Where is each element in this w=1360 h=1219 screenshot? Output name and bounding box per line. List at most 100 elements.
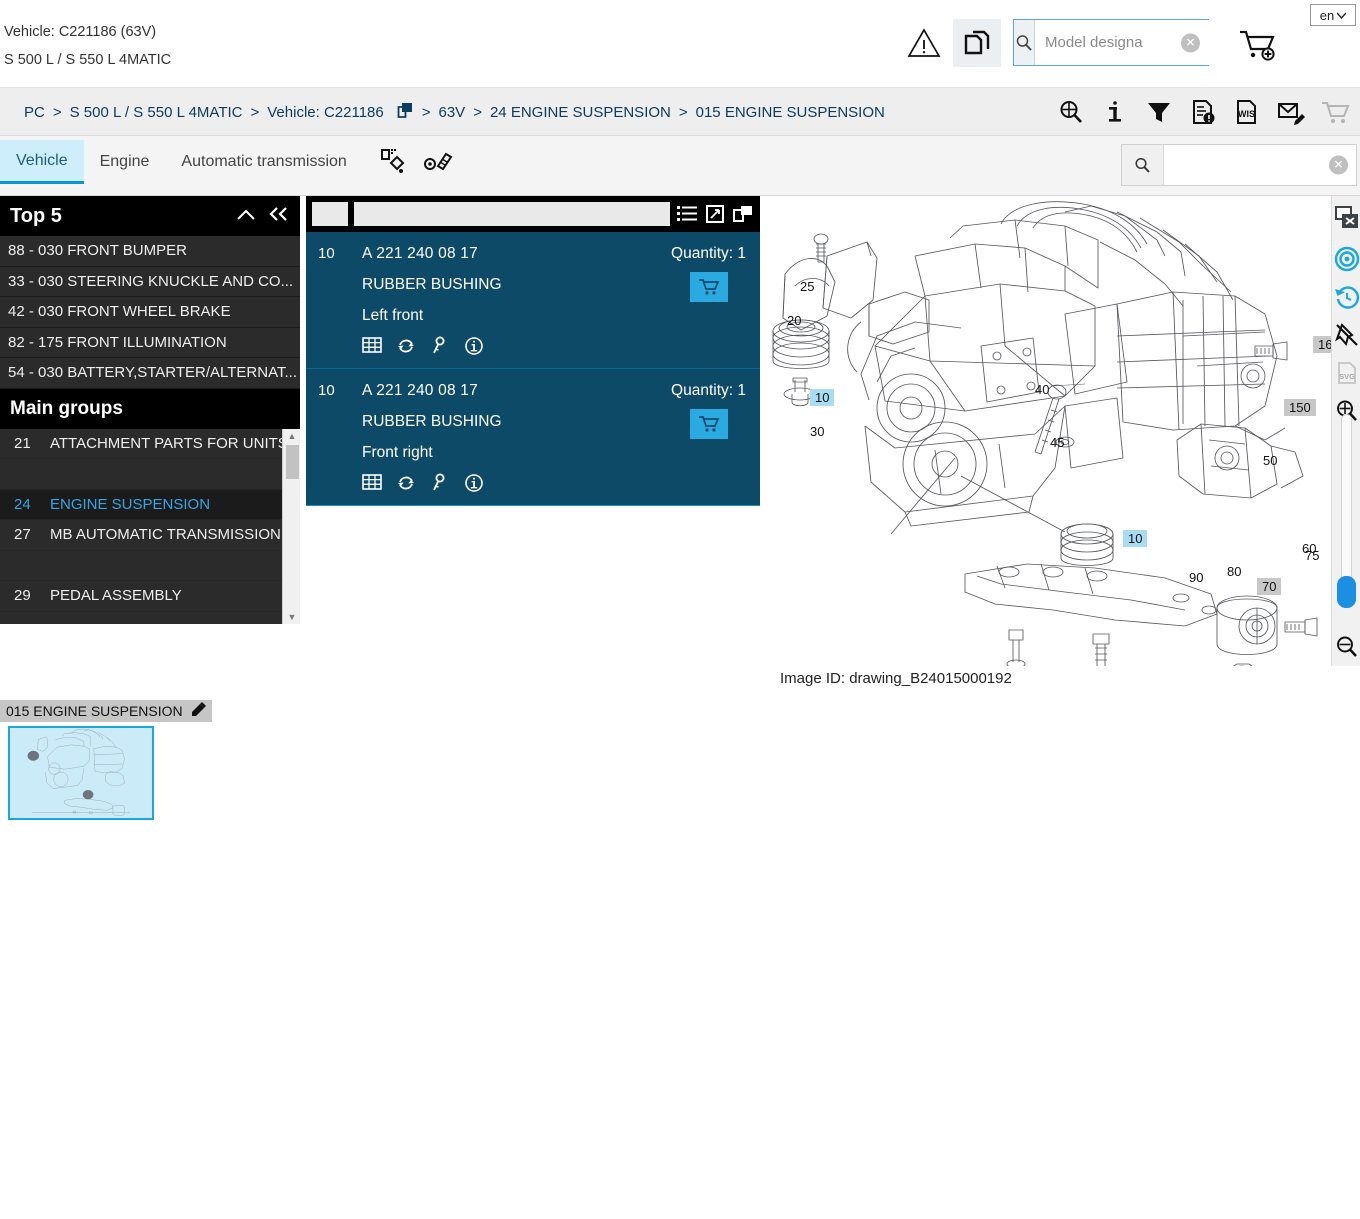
callout-30[interactable]: 30 (810, 424, 824, 439)
edit-icon[interactable] (191, 702, 206, 720)
breadcrumb-item-3[interactable]: 63V (439, 104, 466, 121)
replace-icon[interactable] (396, 473, 416, 493)
tab-engine[interactable]: Engine (84, 140, 166, 184)
breadcrumb-item-2[interactable]: Vehicle: C221186 (267, 104, 383, 121)
thumbnail-image[interactable] (8, 726, 154, 820)
model-search-box[interactable]: ✕ (1013, 19, 1209, 66)
warning-triangle-icon[interactable] (905, 24, 943, 62)
scrollbar-thumb[interactable] (286, 445, 299, 479)
parts-search-input[interactable] (1164, 145, 1356, 185)
main-group-item-blank-1[interactable] (0, 459, 300, 490)
target-icon[interactable] (1332, 240, 1360, 278)
top5-item-0[interactable]: 88 - 030 FRONT BUMPER (0, 236, 300, 267)
callout-25[interactable]: 25 (800, 279, 814, 294)
top5-item-4[interactable]: 54 - 030 BATTERY,STARTER/ALTERNAT... (0, 358, 300, 389)
unpin-icon[interactable] (1332, 316, 1360, 354)
part-row-0[interactable]: 10 A 221 240 08 17 RUBBER BUSHING Left f… (306, 232, 760, 369)
breadcrumb-separator: > (473, 104, 482, 121)
wis-document-icon[interactable]: WIS (1232, 97, 1262, 127)
callout-45[interactable]: 45 (1050, 435, 1064, 450)
parts-search-box[interactable]: ✕ (1121, 144, 1357, 186)
mail-edit-icon[interactable] (1276, 97, 1306, 127)
model-search-input[interactable] (1035, 20, 1246, 65)
callout-40[interactable]: 40 (1035, 382, 1049, 397)
replace-icon[interactable] (396, 336, 416, 356)
main-group-label: ATTACHMENT PARTS FOR UNITS (50, 435, 288, 452)
cart-add-icon[interactable] (1236, 24, 1280, 64)
svg-export-icon[interactable]: SVG (1332, 354, 1360, 392)
callout-10-bottom[interactable]: 10 (1123, 530, 1147, 547)
key-icon[interactable] (430, 473, 450, 493)
main-group-item-29[interactable]: 29 PEDAL ASSEMBLY (0, 581, 300, 612)
top5-header-buttons (236, 196, 290, 236)
thumbnail-drawing (10, 728, 152, 818)
callout-150[interactable]: 150 (1284, 399, 1316, 416)
breadcrumb-item-0[interactable]: PC (24, 104, 45, 121)
main-groups-scrollbar[interactable]: ▲ ▼ (282, 429, 300, 624)
table-icon[interactable] (362, 336, 382, 356)
info-circle-icon[interactable] (464, 336, 484, 356)
callout-20[interactable]: 20 (787, 313, 801, 328)
list-view-icon[interactable] (676, 203, 698, 225)
clear-icon[interactable]: ✕ (1329, 156, 1348, 175)
callout-80[interactable]: 80 (1227, 564, 1241, 579)
zoom-out-icon[interactable] (1332, 628, 1360, 666)
close-window-icon[interactable] (1332, 196, 1360, 240)
callout-50[interactable]: 50 (1263, 453, 1277, 468)
breadcrumb-item-5[interactable]: 015 ENGINE SUSPENSION (696, 104, 885, 121)
callout-10-left[interactable]: 10 (810, 389, 834, 406)
tab-vehicle[interactable]: Vehicle (0, 140, 84, 184)
parts-panel-header (306, 196, 760, 232)
clear-icon[interactable]: ✕ (1181, 33, 1200, 52)
chevron-up-icon[interactable] (236, 207, 256, 226)
language-selector[interactable]: en (1310, 4, 1356, 26)
top5-item-1[interactable]: 33 - 030 STEERING KNUCKLE AND CO... (0, 267, 300, 298)
callout-70[interactable]: 70 (1257, 578, 1281, 595)
part-drawing[interactable]: 25 20 10 30 40 45 50 60 70 75 80 90 10 1… (765, 196, 1335, 666)
vehicle-card-icon[interactable] (397, 102, 414, 123)
fasteners-icon[interactable] (423, 146, 453, 176)
main-group-item-24[interactable]: 24 ENGINE SUSPENSION (0, 490, 300, 521)
double-chevron-left-icon[interactable] (268, 206, 290, 226)
main-group-item-blank-2[interactable] (0, 551, 300, 582)
filter-icon[interactable] (1144, 97, 1174, 127)
add-to-cart-button[interactable] (690, 272, 728, 302)
main-group-item-21[interactable]: 21 ATTACHMENT PARTS FOR UNITS (0, 429, 300, 460)
main-groups-title: Main groups (10, 398, 123, 420)
expand-icon[interactable] (704, 203, 726, 225)
zoom-slider-handle[interactable] (1337, 576, 1356, 608)
tab-automatic-transmission[interactable]: Automatic transmission (165, 140, 362, 184)
scroll-up-arrow-icon[interactable]: ▲ (283, 429, 300, 443)
add-to-cart-button[interactable] (690, 409, 728, 439)
parts-filter-pos[interactable] (312, 202, 348, 226)
main-group-label: PEDAL ASSEMBLY (50, 587, 182, 604)
svg-text:WIS: WIS (1238, 109, 1255, 119)
key-icon[interactable] (430, 336, 450, 356)
breadcrumb-item-4[interactable]: 24 ENGINE SUSPENSION (490, 104, 671, 121)
zoom-in-icon[interactable] (1056, 97, 1086, 127)
history-undo-icon[interactable] (1332, 278, 1360, 316)
top5-item-label: 88 - 030 FRONT BUMPER (8, 242, 187, 259)
zoom-slider[interactable] (1341, 414, 1352, 592)
part-row-1[interactable]: 10 A 221 240 08 17 RUBBER BUSHING Front … (306, 369, 760, 506)
copy-icon[interactable] (732, 203, 754, 225)
part-description: Left front (362, 307, 748, 325)
cart-icon[interactable] (1320, 97, 1350, 127)
document-alert-icon[interactable] (1188, 97, 1218, 127)
top5-item-2[interactable]: 42 - 030 FRONT WHEEL BRAKE (0, 297, 300, 328)
info-circle-icon[interactable] (464, 473, 484, 493)
parts-filter-input[interactable] (354, 202, 670, 226)
scroll-down-arrow-icon[interactable]: ▼ (283, 610, 300, 624)
top5-item-3[interactable]: 82 - 175 FRONT ILLUMINATION (0, 328, 300, 359)
callout-90[interactable]: 90 (1189, 570, 1203, 585)
copy-pages-icon[interactable] (953, 19, 1001, 67)
table-icon[interactable] (362, 473, 382, 493)
left-sidebar: Top 5 88 - 030 FRONT BUMPER 33 - 030 STE… (0, 196, 300, 624)
callout-75[interactable]: 75 (1305, 548, 1319, 563)
paint-part-icon[interactable] (377, 146, 407, 176)
info-icon[interactable] (1100, 97, 1130, 127)
breadcrumb-separator: > (53, 104, 62, 121)
breadcrumb-item-1[interactable]: S 500 L / S 550 L 4MATIC (70, 104, 243, 121)
main-group-item-27[interactable]: 27 MB AUTOMATIC TRANSMISSION (0, 520, 300, 551)
breadcrumb-tools: WIS (1056, 88, 1350, 136)
